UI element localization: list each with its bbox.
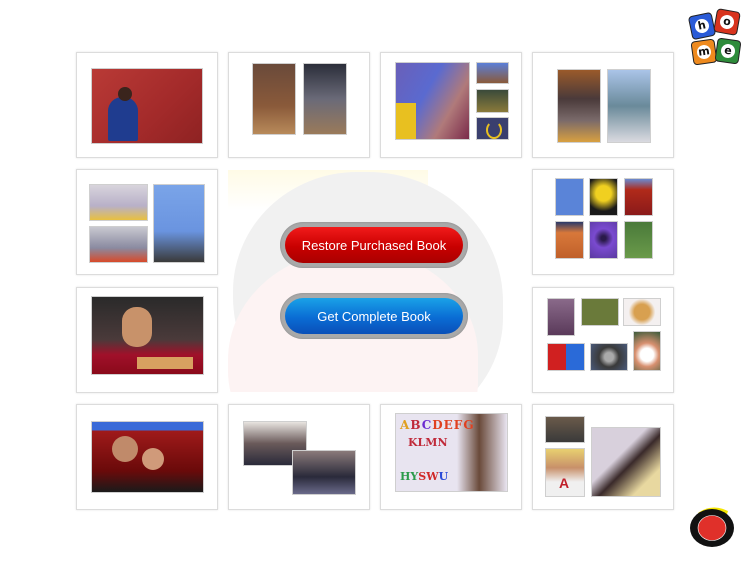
photo: A bbox=[545, 448, 585, 497]
page-thumbnail-9[interactable] bbox=[76, 404, 218, 510]
page-thumbnail-10[interactable] bbox=[228, 404, 370, 510]
get-complete-book-label[interactable]: Get Complete Book bbox=[285, 298, 463, 334]
page-thumbnail-7[interactable] bbox=[76, 287, 218, 393]
photo bbox=[547, 343, 585, 371]
photo bbox=[292, 450, 356, 495]
photo bbox=[476, 89, 509, 113]
photo bbox=[252, 63, 296, 135]
photo bbox=[589, 178, 618, 216]
home-letter-e: e bbox=[720, 43, 736, 59]
home-cube-h-icon: h bbox=[687, 11, 717, 41]
page-thumbnail-5[interactable] bbox=[76, 169, 218, 275]
photo bbox=[607, 69, 651, 143]
photo bbox=[590, 343, 628, 371]
page-thumbnail-1[interactable] bbox=[76, 52, 218, 158]
photo bbox=[91, 296, 204, 375]
home-button[interactable]: h o m e bbox=[687, 8, 742, 66]
photo bbox=[476, 62, 509, 84]
photo bbox=[89, 226, 148, 263]
record-button[interactable] bbox=[688, 503, 736, 549]
photo bbox=[557, 69, 601, 143]
photo bbox=[623, 298, 661, 326]
background-watermark bbox=[228, 170, 523, 392]
photo bbox=[581, 298, 619, 326]
photo bbox=[555, 221, 584, 259]
photo: ABCDEFG KLMN HYSWU bbox=[395, 413, 508, 492]
get-complete-book-button[interactable]: Get Complete Book bbox=[280, 293, 468, 339]
photo bbox=[91, 68, 203, 144]
home-cube-m-icon: m bbox=[690, 38, 718, 66]
page-thumbnail-11[interactable]: ABCDEFG KLMN HYSWU bbox=[380, 404, 522, 510]
home-letter-o: o bbox=[718, 13, 736, 31]
photo bbox=[633, 331, 661, 371]
page-thumbnail-4[interactable] bbox=[532, 52, 674, 158]
photo bbox=[153, 184, 205, 263]
photo bbox=[591, 427, 661, 497]
record-button-icon bbox=[690, 507, 734, 547]
restore-purchased-book-button[interactable]: Restore Purchased Book bbox=[280, 222, 468, 268]
page-thumbnail-12[interactable]: A bbox=[532, 404, 674, 510]
photo bbox=[303, 63, 347, 135]
restore-purchased-book-label[interactable]: Restore Purchased Book bbox=[285, 227, 463, 263]
home-letter-m: m bbox=[696, 44, 712, 60]
photo bbox=[476, 117, 509, 140]
photo bbox=[624, 221, 653, 259]
page-thumbnail-8[interactable] bbox=[532, 287, 674, 393]
home-cube-e-icon: e bbox=[714, 37, 742, 65]
home-letter-h: h bbox=[693, 17, 711, 35]
photo bbox=[547, 298, 575, 336]
photo bbox=[589, 221, 618, 259]
photo bbox=[395, 62, 470, 140]
page-thumbnail-2[interactable] bbox=[228, 52, 370, 158]
page-thumbnail-3[interactable] bbox=[380, 52, 522, 158]
photo bbox=[89, 184, 148, 221]
photo bbox=[555, 178, 584, 216]
home-cube-o-icon: o bbox=[713, 8, 741, 36]
page-thumbnail-6[interactable] bbox=[532, 169, 674, 275]
photo bbox=[624, 178, 653, 216]
photo bbox=[91, 421, 204, 493]
photo bbox=[545, 416, 585, 443]
